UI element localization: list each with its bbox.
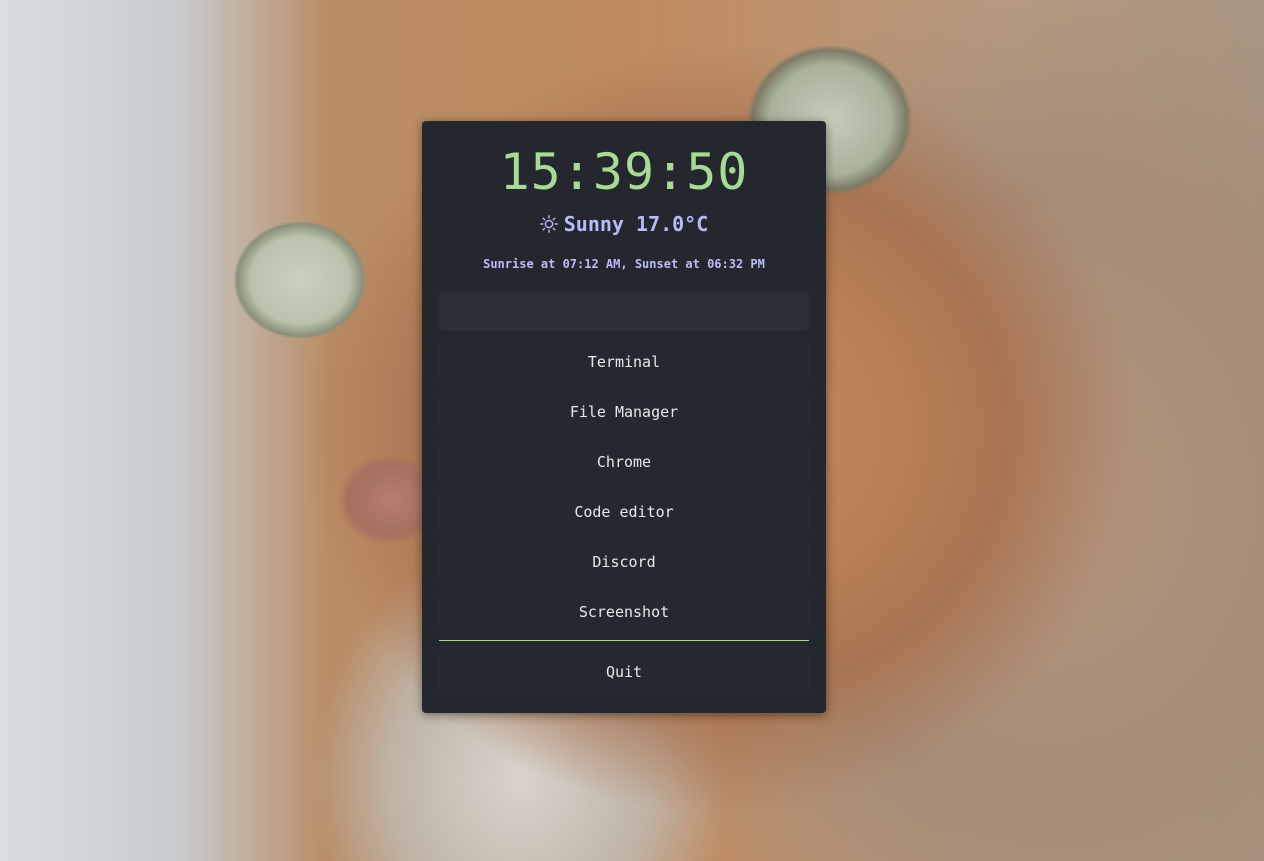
menu-item-code-editor[interactable]: Code editor [439, 491, 809, 533]
menu-item-chrome[interactable]: Chrome [439, 441, 809, 483]
menu-item-terminal[interactable]: Terminal [439, 341, 809, 383]
menu-separator [439, 640, 809, 641]
quit-button[interactable]: Quit [439, 651, 809, 693]
menu-item-screenshot[interactable]: Screenshot [439, 591, 809, 633]
launcher-panel: 15:39:50 Sunny 17.0°C Sunrise at 07:12 A… [422, 121, 826, 713]
clock: 15:39:50 [499, 143, 749, 201]
weather-widget: Sunny 17.0°C [422, 212, 826, 236]
menu-item-file-manager[interactable]: File Manager [439, 391, 809, 433]
menu-item-discord[interactable]: Discord [439, 541, 809, 583]
weather-text: Sunny 17.0°C [563, 212, 709, 236]
sun-icon [539, 214, 558, 233]
sunrise-sunset-text: Sunrise at 07:12 AM, Sunset at 06:32 PM [483, 257, 765, 271]
search-input[interactable] [439, 291, 809, 331]
